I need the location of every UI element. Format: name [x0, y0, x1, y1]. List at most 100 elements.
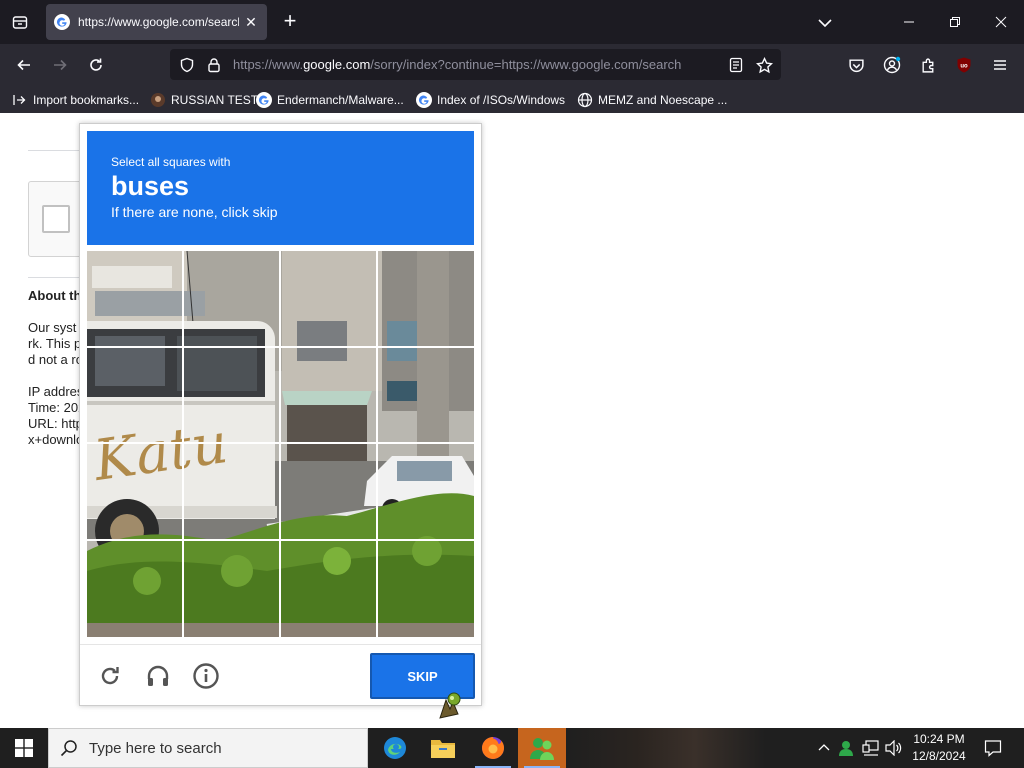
- account-button[interactable]: [879, 52, 905, 78]
- info-icon: [193, 663, 219, 689]
- captcha-tile[interactable]: Katu: [184, 444, 281, 541]
- minimize-button[interactable]: [886, 0, 932, 44]
- pocket-button[interactable]: [843, 52, 869, 78]
- import-icon: [13, 95, 26, 105]
- captcha-tile[interactable]: Katu: [378, 348, 474, 445]
- page-text-line: d not a ro: [28, 352, 83, 367]
- taskbar-clock[interactable]: 10:24 PM 12/8/2024: [906, 731, 972, 765]
- firefox-view-icon: [12, 16, 28, 29]
- tile-image: Katu: [87, 348, 184, 445]
- close-icon: [995, 16, 1007, 28]
- captcha-tile[interactable]: Katu: [378, 251, 474, 348]
- bookmark-isos-windows[interactable]: Index of /ISOs/Windows: [416, 90, 565, 110]
- captcha-tile[interactable]: Katu: [281, 251, 378, 348]
- volume-button[interactable]: [884, 738, 904, 758]
- mouse-cursor-icon: [439, 692, 461, 719]
- about-heading: About th: [28, 288, 82, 303]
- extensions-button[interactable]: [915, 52, 941, 78]
- forward-button[interactable]: [46, 51, 74, 79]
- tile-image: Katu: [378, 348, 474, 445]
- target-object: buses: [111, 171, 190, 201]
- captcha-tile[interactable]: Katu: [281, 348, 378, 445]
- captcha-tile[interactable]: Katu: [87, 348, 184, 445]
- bookmark-memz[interactable]: MEMZ and Noescape ...: [577, 90, 727, 110]
- tile-image: Katu: [87, 541, 184, 637]
- taskbar-search-box[interactable]: Type here to search: [48, 728, 368, 768]
- google-icon: [256, 92, 272, 108]
- shield-icon: [180, 57, 194, 73]
- site-icon: [151, 93, 165, 107]
- tile-image: Katu: [87, 251, 184, 348]
- close-window-button[interactable]: [978, 0, 1024, 44]
- tray-user-app[interactable]: [836, 738, 856, 758]
- tile-image: Katu: [184, 541, 281, 637]
- captcha-tile[interactable]: Katu: [184, 541, 281, 637]
- puzzle-icon: [921, 58, 933, 73]
- tracking-protection-icon[interactable]: [177, 55, 197, 75]
- captcha-tile[interactable]: Katu: [87, 251, 184, 348]
- action-center-button[interactable]: [978, 728, 1008, 768]
- page-text-line: Our syst: [28, 320, 77, 335]
- tile-image: Katu: [281, 348, 378, 445]
- speaker-icon: [885, 740, 902, 756]
- ublock-origin-button[interactable]: uo: [951, 52, 977, 78]
- captcha-tile[interactable]: Katu: [184, 251, 281, 348]
- network-button[interactable]: [861, 738, 881, 758]
- recaptcha-checkbox[interactable]: [42, 205, 70, 233]
- green-people-icon: [530, 738, 554, 760]
- tab-google-search[interactable]: https://www.google.com/search ✕: [46, 4, 267, 40]
- taskbar-file-explorer[interactable]: [419, 728, 467, 768]
- back-button[interactable]: [10, 51, 38, 79]
- grid-divider: [279, 251, 281, 637]
- taskbar-edge[interactable]: [371, 728, 419, 768]
- reload-challenge-button[interactable]: [95, 661, 125, 691]
- taskbar-bonzi-app[interactable]: [518, 728, 566, 768]
- grid-divider: [376, 251, 378, 637]
- captcha-tile[interactable]: Katu: [184, 348, 281, 445]
- restore-button[interactable]: [932, 0, 978, 44]
- grid-divider: [182, 251, 184, 637]
- bookmarks-toolbar: Import bookmarks... RUSSIAN TEST Enderma…: [0, 86, 1024, 113]
- captcha-tile[interactable]: Katu: [378, 541, 474, 637]
- reader-view-button[interactable]: [726, 55, 746, 75]
- firefox-view-button[interactable]: [6, 8, 34, 36]
- google-icon: [54, 14, 70, 30]
- help-button[interactable]: [191, 661, 221, 691]
- tab-strip: https://www.google.com/search ✕ +: [0, 0, 1024, 44]
- captcha-tile[interactable]: Katu: [281, 541, 378, 637]
- captcha-tile[interactable]: Katu: [281, 444, 378, 541]
- reload-button[interactable]: [82, 51, 110, 79]
- start-button[interactable]: [0, 728, 48, 768]
- new-tab-button[interactable]: +: [278, 8, 302, 36]
- captcha-tile[interactable]: Katu: [378, 444, 474, 541]
- ublock-icon: uo: [957, 57, 971, 73]
- site-security-icon[interactable]: [204, 55, 224, 75]
- grid-divider: [87, 442, 474, 444]
- arrow-right-icon: [54, 59, 67, 71]
- show-hidden-icons-button[interactable]: [814, 738, 834, 758]
- search-icon: [60, 740, 77, 757]
- url-text[interactable]: https://www.google.com/sorry/index?conti…: [233, 57, 717, 72]
- tile-image: Katu: [281, 444, 378, 541]
- taskbar-firefox[interactable]: [469, 728, 517, 768]
- app-menu-button[interactable]: [987, 52, 1013, 78]
- ip-address-line: IP addres: [28, 384, 84, 399]
- user-app-icon: [839, 741, 853, 756]
- bookmark-import[interactable]: Import bookmarks...: [12, 90, 139, 110]
- bookmark-endermanch[interactable]: Endermanch/Malware...: [256, 90, 404, 110]
- address-bar[interactable]: https://www.google.com/sorry/index?conti…: [170, 49, 781, 80]
- captcha-tile[interactable]: Katu: [87, 541, 184, 637]
- time-line: Time: 202: [28, 400, 86, 415]
- tile-image: Katu: [184, 348, 281, 445]
- captcha-tile[interactable]: Katu: [87, 444, 184, 541]
- search-placeholder: Type here to search: [89, 739, 222, 757]
- tile-image: Katu: [87, 444, 184, 541]
- bookmark-star-button[interactable]: [754, 55, 774, 75]
- tile-image: Katu: [281, 251, 378, 348]
- challenge-header: Select all squares with buses If there a…: [87, 131, 474, 245]
- audio-challenge-button[interactable]: [143, 661, 173, 691]
- bookmark-russian-test[interactable]: RUSSIAN TEST: [150, 90, 258, 110]
- edge-icon: [384, 737, 406, 759]
- tab-close-icon[interactable]: ✕: [243, 14, 259, 31]
- list-all-tabs-button[interactable]: [814, 12, 836, 34]
